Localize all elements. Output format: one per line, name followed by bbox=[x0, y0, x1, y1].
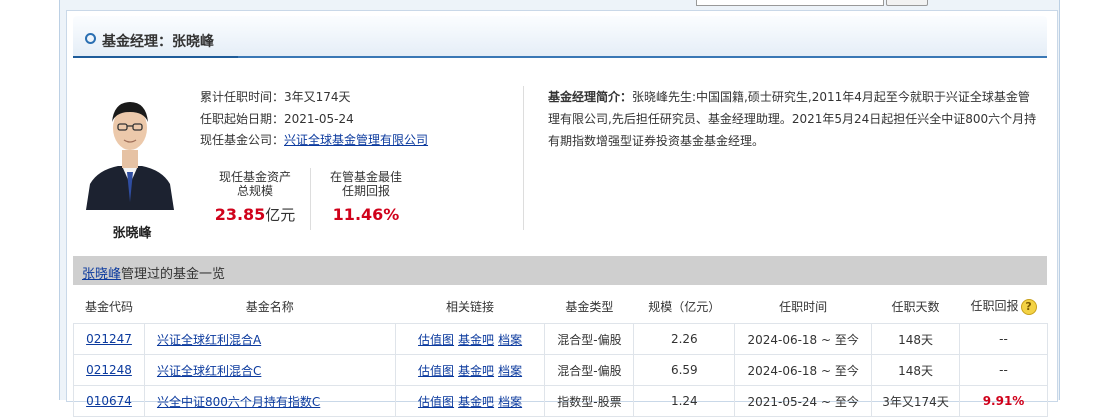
intro-label: 基金经理简介： bbox=[548, 90, 633, 104]
page-title: 基金经理：张晓峰 bbox=[102, 34, 214, 50]
table-row: 021248 兴证全球红利混合C 估值图 基金吧 档案 混合型-偏股 6.59 20… bbox=[73, 354, 1048, 386]
tenure-days-cell: 148天 bbox=[871, 323, 961, 355]
fund-code-cell: 021248 bbox=[73, 354, 145, 386]
circle-bullet-icon bbox=[85, 33, 96, 44]
related-links-cell: 估值图 基金吧 档案 bbox=[394, 354, 546, 386]
fund-size-cell: 2.26 bbox=[633, 323, 736, 355]
search-button[interactable] bbox=[886, 0, 928, 6]
assets-label-line1: 现任基金资产 bbox=[218, 170, 291, 184]
table-row: 021247 兴证全球红利混合A 估值图 基金吧 档案 混合型-偏股 2.26 20… bbox=[73, 323, 1048, 355]
tenure-period-cell: 2024-06-18 ~ 至今 bbox=[734, 354, 873, 386]
header-accent-line bbox=[73, 56, 238, 58]
col-header: 任职时间 bbox=[779, 299, 828, 314]
best-label-line2: 任期回报 bbox=[341, 184, 390, 198]
tenure-text: 累计任职时间：3年又174天 bbox=[200, 90, 351, 104]
related-links-cell: 估值图 基金吧 档案 bbox=[394, 385, 546, 417]
fund-forum-link[interactable]: 基金吧 bbox=[458, 395, 494, 409]
col-header: 任职天数 bbox=[891, 299, 940, 314]
fund-type-cell: 混合型-偏股 bbox=[544, 323, 635, 355]
fund-name-cell: 兴证全球红利混合A bbox=[143, 323, 396, 355]
tenure-days-cell: 148天 bbox=[871, 354, 961, 386]
assets-stat: 现任基金资产 总规模 23.85亿元 bbox=[206, 170, 304, 224]
assets-label-line2: 总规模 bbox=[236, 184, 273, 198]
assets-value-row: 23.85亿元 bbox=[206, 205, 304, 225]
col-header: 基金类型 bbox=[565, 299, 614, 314]
col-header-label: 任职回报 bbox=[970, 299, 1019, 314]
section-header: 基金经理：张晓峰 bbox=[73, 16, 1047, 58]
fund-code-link[interactable]: 021248 bbox=[86, 363, 132, 377]
col-header: 基金代码 bbox=[84, 299, 133, 314]
fund-forum-link[interactable]: 基金吧 bbox=[458, 364, 494, 378]
assets-value: 23.85 bbox=[214, 205, 266, 224]
related-links-cell: 估值图 基金吧 档案 bbox=[394, 323, 546, 355]
fund-code-link[interactable]: 021247 bbox=[86, 332, 132, 346]
tenure-days-cell: 3年又174天 bbox=[871, 385, 961, 417]
manager-intro: 基金经理简介：张晓峰先生:中国国籍,硕士研究生,2011年4月起至今就职于兴证全… bbox=[548, 86, 1038, 152]
col-header: 基金名称 bbox=[245, 299, 294, 314]
fund-size-cell: 1.24 bbox=[633, 385, 736, 417]
tenure-period-cell: 2024-06-18 ~ 至今 bbox=[734, 323, 873, 355]
company-link[interactable]: 兴证全球基金管理有限公司 bbox=[284, 133, 428, 147]
company-label: 现任基金公司： bbox=[200, 133, 285, 147]
fund-code-link[interactable]: 010674 bbox=[86, 394, 132, 408]
fund-archive-link[interactable]: 档案 bbox=[498, 364, 522, 378]
manager-name: 张晓峰 bbox=[112, 226, 152, 241]
col-header: 规模（亿元） bbox=[648, 299, 721, 314]
fund-name-link[interactable]: 兴证全球红利混合A bbox=[157, 333, 261, 347]
tenure-return-cell: 9.91% bbox=[959, 385, 1048, 417]
best-label-line1: 在管基金最佳 bbox=[329, 170, 402, 184]
fund-list-title: 张晓峰管理过的基金一览 bbox=[82, 263, 225, 282]
tenure-return-cell: -- bbox=[959, 354, 1048, 386]
fund-name-cell: 兴全中证800六个月持有指数C bbox=[143, 385, 396, 417]
fund-name-link[interactable]: 兴全中证800六个月持有指数C bbox=[157, 395, 320, 409]
best-return-stat: 在管基金最佳 任期回报 11.46% bbox=[318, 170, 414, 224]
section-divider bbox=[523, 86, 524, 230]
fund-list-title-suffix: 管理过的基金一览 bbox=[121, 267, 226, 282]
stat-divider bbox=[310, 168, 311, 230]
manager-name-link[interactable]: 张晓峰 bbox=[82, 267, 121, 282]
assets-unit: 亿元 bbox=[265, 206, 296, 224]
table-header-row: 基金代码 基金名称 相关链接 基金类型 规模（亿元） 任职时间 任职天数 任职回… bbox=[74, 289, 1048, 324]
col-header-return: 任职回报? bbox=[960, 289, 1048, 324]
valuation-chart-link[interactable]: 估值图 bbox=[418, 333, 454, 347]
fund-archive-link[interactable]: 档案 bbox=[498, 333, 522, 347]
fund-list-header: 张晓峰管理过的基金一览 bbox=[73, 256, 1047, 285]
table-row: 010674 兴全中证800六个月持有指数C 估值图 基金吧 档案 指数型-股票 1… bbox=[73, 385, 1048, 417]
fund-size-cell: 6.59 bbox=[633, 354, 736, 386]
best-return-value: 11.46% bbox=[332, 205, 400, 224]
fund-forum-link[interactable]: 基金吧 bbox=[458, 333, 494, 347]
help-question-icon[interactable]: ? bbox=[1020, 298, 1037, 315]
col-header: 相关链接 bbox=[446, 299, 495, 314]
start-date-text: 任职起始日期：2021-05-24 bbox=[200, 112, 354, 126]
fund-archive-link[interactable]: 档案 bbox=[498, 395, 522, 409]
search-input[interactable] bbox=[696, 0, 884, 6]
tenure-period-cell: 2021-05-24 ~ 至今 bbox=[734, 385, 873, 417]
fund-name-cell: 兴证全球红利混合C bbox=[143, 354, 396, 386]
fund-table: 基金代码 基金名称 相关链接 基金类型 规模（亿元） 任职时间 任职天数 任职回… bbox=[73, 289, 1048, 417]
fund-code-cell: 021247 bbox=[73, 323, 145, 355]
fund-code-cell: 010674 bbox=[73, 385, 145, 417]
tenure-return-cell: -- bbox=[959, 323, 1048, 355]
company-row: 现任基金公司：兴证全球基金管理有限公司 bbox=[200, 131, 428, 148]
manager-photo bbox=[84, 88, 176, 210]
fund-type-cell: 混合型-偏股 bbox=[544, 354, 635, 386]
valuation-chart-link[interactable]: 估值图 bbox=[418, 364, 454, 378]
valuation-chart-link[interactable]: 估值图 bbox=[418, 395, 454, 409]
fund-name-link[interactable]: 兴证全球红利混合C bbox=[157, 364, 261, 378]
fund-type-cell: 指数型-股票 bbox=[544, 385, 635, 417]
